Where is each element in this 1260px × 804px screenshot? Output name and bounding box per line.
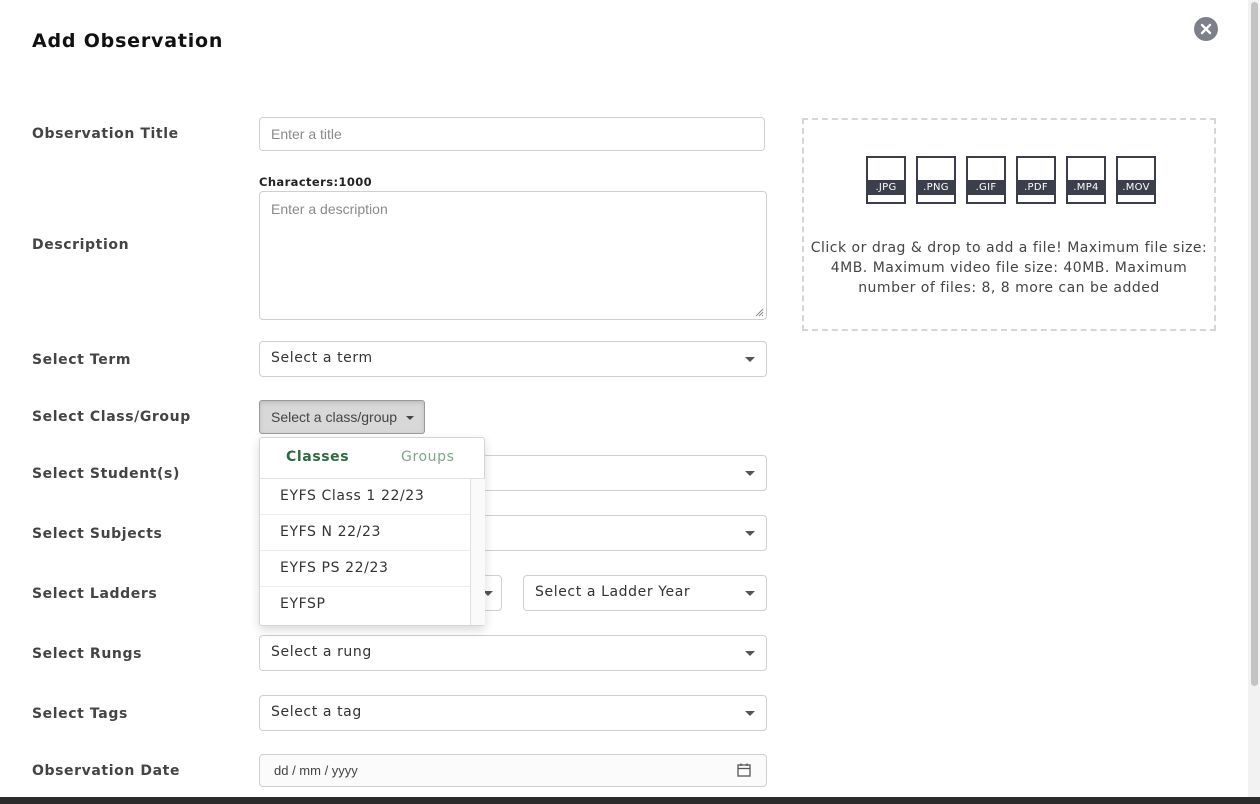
mp4-label: .MP4 (1068, 180, 1104, 195)
class-item[interactable]: EYFSP (260, 587, 470, 623)
close-icon[interactable] (1194, 17, 1218, 41)
calendar-icon[interactable] (737, 763, 751, 777)
mp4-file-icon: .MP4 (1066, 156, 1106, 204)
description-label: Description (32, 237, 130, 253)
upload-instructions: Click or drag & drop to add a file! Maxi… (810, 240, 1208, 296)
class-group-label: Select Class/Group (32, 409, 191, 425)
observation-title-label: Observation Title (32, 126, 179, 142)
png-label: .PNG (918, 180, 954, 195)
file-drop-zone[interactable]: .JPG .PNG .GIF .PDF .MP4 .MOV Click or d… (802, 118, 1216, 331)
class-list: EYFS Class 1 22/23 EYFS N 22/23 EYFS PS … (260, 479, 470, 623)
rungs-select[interactable]: Select a rung (259, 635, 767, 671)
class-item[interactable]: EYFS Class 1 22/23 (260, 479, 470, 515)
chevron-down-icon (745, 711, 755, 716)
rungs-select-value: Select a rung (271, 644, 372, 660)
caret-down-icon (406, 416, 414, 420)
ladder-year-select[interactable]: Select a Ladder Year (523, 575, 767, 611)
tags-select-value: Select a tag (271, 704, 362, 720)
tags-label: Select Tags (32, 706, 128, 722)
mov-file-icon: .MOV (1116, 156, 1156, 204)
subjects-label: Select Subjects (32, 526, 163, 542)
chevron-down-icon (745, 651, 755, 656)
class-group-dropdown-menu: Classes Groups EYFS Class 1 22/23 EYFS N… (259, 437, 485, 626)
observation-date-label: Observation Date (32, 763, 181, 779)
date-value: dd / mm / yyyy (274, 763, 358, 778)
character-counter: Characters:1000 (259, 175, 373, 189)
class-group-dropdown-button[interactable]: Select a class/group (259, 400, 425, 434)
png-file-icon: .PNG (916, 156, 956, 204)
gif-label: .GIF (968, 180, 1004, 195)
resize-grip-icon[interactable] (754, 307, 764, 317)
description-placeholder: Enter a description (271, 201, 388, 217)
taskbar-edge (0, 797, 1260, 804)
tab-classes[interactable]: Classes (286, 449, 349, 465)
class-group-button-label: Select a class/group (271, 409, 398, 425)
gif-file-icon: .GIF (966, 156, 1006, 204)
page-scrollbar-thumb[interactable] (1251, 2, 1258, 686)
chevron-down-icon (745, 357, 755, 362)
term-select-value: Select a term (271, 350, 373, 366)
observation-title-input[interactable]: Enter a title (259, 117, 765, 151)
pdf-file-icon: .PDF (1016, 156, 1056, 204)
class-item[interactable]: EYFS N 22/23 (260, 515, 470, 551)
modal-title: Add Observation (32, 30, 224, 52)
dropdown-tabs: Classes Groups (260, 438, 484, 479)
add-observation-modal: Add Observation Observation Title Enter … (0, 0, 1260, 804)
chevron-down-icon (745, 591, 755, 596)
dropdown-scrollbar[interactable] (470, 479, 485, 625)
rungs-label: Select Rungs (32, 646, 143, 662)
chevron-down-icon (745, 531, 755, 536)
term-label: Select Term (32, 352, 132, 368)
chevron-down-icon (745, 471, 755, 476)
jpg-file-icon: .JPG (866, 156, 906, 204)
tags-select[interactable]: Select a tag (259, 695, 767, 731)
pdf-label: .PDF (1018, 180, 1054, 195)
ladder-year-value: Select a Ladder Year (535, 584, 691, 600)
class-item[interactable]: EYFS PS 22/23 (260, 551, 470, 587)
mov-label: .MOV (1118, 180, 1154, 195)
description-textarea[interactable]: Enter a description (259, 191, 767, 320)
tab-groups[interactable]: Groups (401, 449, 455, 465)
jpg-label: .JPG (868, 180, 904, 195)
students-label: Select Student(s) (32, 466, 180, 482)
observation-date-input[interactable]: dd / mm / yyyy (259, 754, 767, 787)
term-select[interactable]: Select a term (259, 341, 767, 377)
ladders-label: Select Ladders (32, 586, 158, 602)
observation-title-placeholder: Enter a title (271, 126, 342, 142)
